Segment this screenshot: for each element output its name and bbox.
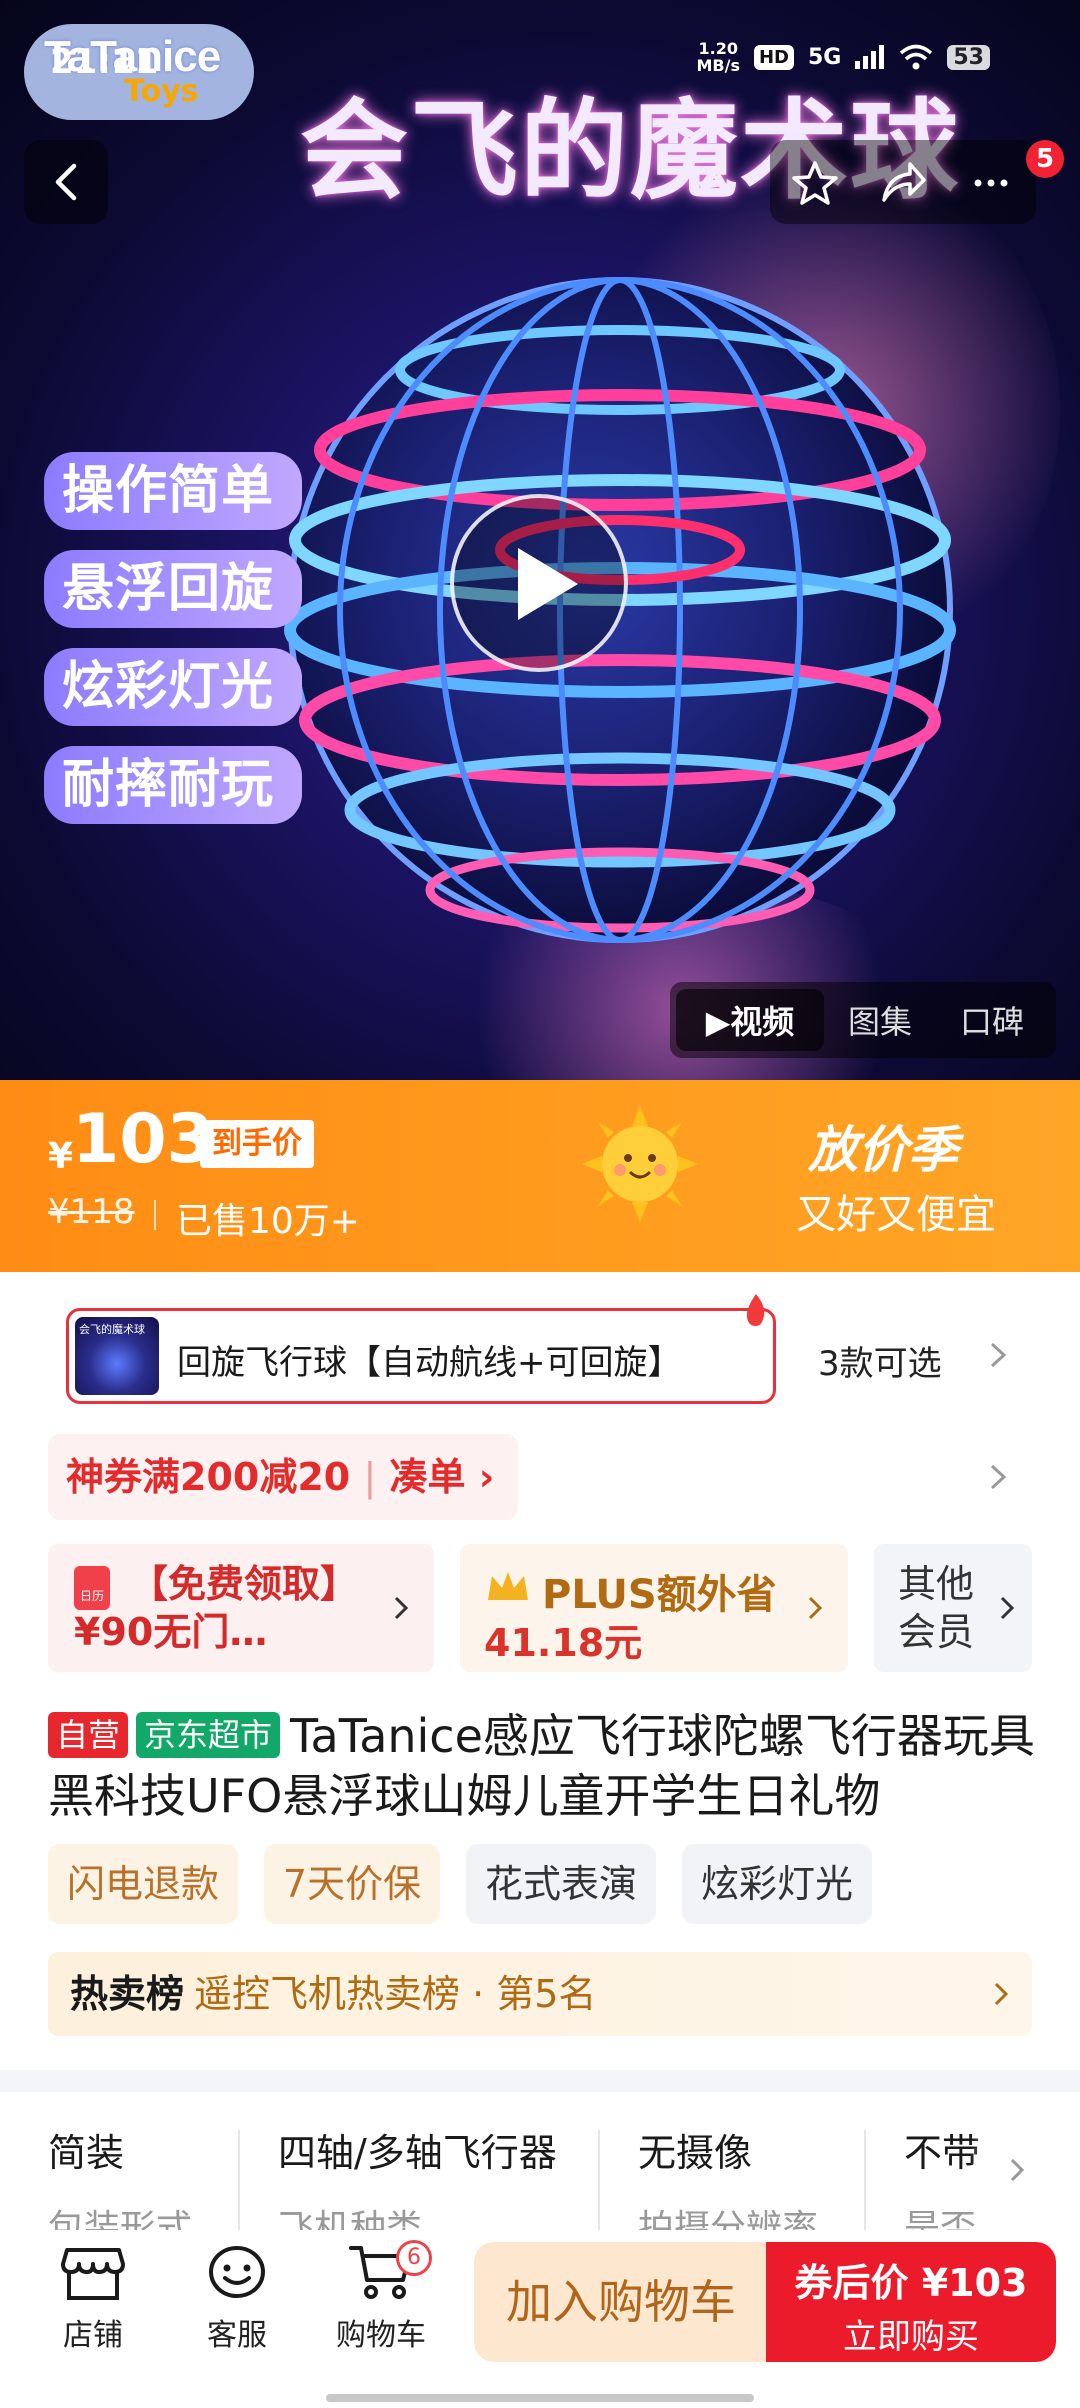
feature-pill: 操作简单 xyxy=(44,452,302,530)
chevron-right-icon xyxy=(1000,1596,1015,1620)
feature-pills: 操作简单 悬浮回旋 炫彩灯光 耐摔耐玩 xyxy=(44,452,302,844)
chevron-right-icon[interactable] xyxy=(988,1462,1008,1492)
ranking-label: 热卖榜 xyxy=(70,1972,185,2016)
service-tag[interactable]: 7天价保 xyxy=(264,1844,440,1924)
final-price: 103 xyxy=(72,1100,214,1179)
divider xyxy=(154,1200,156,1230)
customer-service-button[interactable]: 客服 xyxy=(182,2240,292,2354)
tab-gallery[interactable]: 图集 xyxy=(824,989,936,1051)
home-indicator xyxy=(326,2394,754,2402)
product-title: 自营 京东超市 TaTanice感应飞行球陀螺飞行器玩具黑科技UFO悬浮球山姆儿童开… xyxy=(48,1706,1038,1826)
price-tag: 到手价 xyxy=(200,1120,314,1168)
add-to-cart-button[interactable]: 加入购物车 xyxy=(474,2242,768,2362)
store-icon xyxy=(61,2248,125,2300)
chevron-left-icon xyxy=(55,163,77,201)
customer-service-icon xyxy=(209,2246,265,2298)
sku-thumbnail: 会飞的魔术球 xyxy=(75,1317,159,1395)
sku-options-count[interactable]: 3款可选 xyxy=(818,1336,942,1385)
buy-now-price: 券后价 ¥103 xyxy=(794,2261,1028,2305)
crown-icon xyxy=(488,1572,528,1600)
product-page: TaTanice Toys 21:11 1.20 MB/s HD 5G 53 会… xyxy=(0,0,1080,2408)
sku-selector[interactable]: 会飞的魔术球 回旋飞行球【自动航线+可回旋】 xyxy=(66,1308,776,1404)
coupon-row[interactable]: 神券满200减20 | 凑单 › xyxy=(48,1434,518,1520)
section-divider xyxy=(0,2070,1080,2092)
spec-item: 四轴/多轴飞行器 飞机种类 xyxy=(278,2131,557,2230)
buy-now-label: 立即购买 xyxy=(843,2317,979,2357)
top-action-group xyxy=(770,140,1036,224)
feature-pill: 炫彩灯光 xyxy=(44,648,302,726)
back-button[interactable] xyxy=(24,140,108,224)
chevron-right-icon[interactable] xyxy=(988,1340,1008,1370)
chevron-right-icon xyxy=(808,1596,823,1620)
chevron-right-icon xyxy=(994,1982,1009,2006)
specs-row[interactable]: 简装 包装形式 四轴/多轴飞行器 飞机种类 无摄像 拍摄分辨率 不带 是否 xyxy=(0,2092,1080,2230)
spec-item: 无摄像 拍摄分辨率 xyxy=(638,2131,819,2230)
sun-mascot-icon xyxy=(582,1106,698,1222)
coupon-text: 神券满200减20 xyxy=(66,1455,351,1499)
play-icon xyxy=(518,548,578,620)
ranking-bar[interactable]: 热卖榜 遥控飞机热卖榜 · 第5名 xyxy=(48,1952,1032,2036)
promo-free-coupon[interactable]: 日历 【免费领取】¥90无门… xyxy=(48,1544,434,1672)
jd-supermarket-tag: 京东超市 xyxy=(136,1712,281,1758)
currency-symbol: ¥ xyxy=(48,1136,74,1177)
sku-label: 回旋飞行球【自动航线+可回旋】 xyxy=(177,1343,682,1383)
tab-reviews[interactable]: 口碑 xyxy=(936,989,1048,1051)
buy-now-button[interactable]: 券后价 ¥103 立即购买 xyxy=(766,2242,1056,2362)
hot-flame-icon xyxy=(746,1294,765,1326)
media-tabs: ▶视频 图集 口碑 xyxy=(670,982,1056,1058)
chevron-right-icon xyxy=(394,1596,409,1620)
spec-item: 简装 包装形式 xyxy=(48,2131,193,2230)
spec-item: 不带 是否 xyxy=(904,2131,981,2230)
product-media-hero[interactable]: TaTanice Toys 21:11 1.20 MB/s HD 5G 53 会… xyxy=(0,0,1080,1080)
status-time: 21:11 xyxy=(50,42,159,82)
play-video-button[interactable] xyxy=(450,494,628,672)
promo-other-members[interactable]: 其他会员 xyxy=(874,1544,1032,1672)
feature-pill: 悬浮回旋 xyxy=(44,550,302,628)
store-button[interactable]: 店铺 xyxy=(38,2240,148,2354)
tab-video[interactable]: ▶视频 xyxy=(676,989,824,1051)
season-title: 放价季 xyxy=(808,1121,958,1179)
feature-pill: 耐摔耐玩 xyxy=(44,746,302,824)
share-icon[interactable] xyxy=(878,158,928,208)
promo-other-text: 其他会员 xyxy=(898,1562,975,1654)
original-price: ¥118 xyxy=(48,1192,135,1232)
service-tag[interactable]: 闪电退款 xyxy=(48,1844,238,1924)
bottom-action-bar: 店铺 客服 购物车 6 加入购物车 券后价 ¥103 立即购买 xyxy=(0,2230,1080,2408)
service-tag[interactable]: 花式表演 xyxy=(466,1844,656,1924)
coupon-action[interactable]: 凑单 › xyxy=(389,1455,494,1499)
spec-divider xyxy=(238,2130,240,2230)
spec-divider xyxy=(598,2130,600,2230)
self-operated-tag: 自营 xyxy=(48,1712,129,1758)
more-badge: 5 xyxy=(1026,140,1064,178)
season-slogan: 又好又便宜 xyxy=(796,1192,996,1238)
coupon-separator: | xyxy=(363,1455,377,1499)
promo-plus[interactable]: PLUS额外省 41.18元 xyxy=(460,1544,848,1672)
price-banner: ¥ 103 到手价 ¥118 已售10万+ 放价季 又好又便宜 xyxy=(0,1080,1080,1272)
cart-count-badge: 6 xyxy=(396,2240,432,2276)
favorite-star-icon[interactable] xyxy=(790,158,840,208)
service-tag[interactable]: 炫彩灯光 xyxy=(682,1844,872,1924)
sold-count: 已售10万+ xyxy=(176,1201,360,1242)
promo-text: 【免费领取】¥90无门… xyxy=(74,1562,359,1654)
ranking-text: 遥控飞机热卖榜 · 第5名 xyxy=(194,1972,597,2016)
more-icon[interactable] xyxy=(966,158,1016,208)
promo-plus-amount: 41.18元 xyxy=(484,1621,643,1665)
spec-divider xyxy=(864,2130,866,2230)
chevron-right-icon[interactable] xyxy=(1008,2156,1026,2184)
